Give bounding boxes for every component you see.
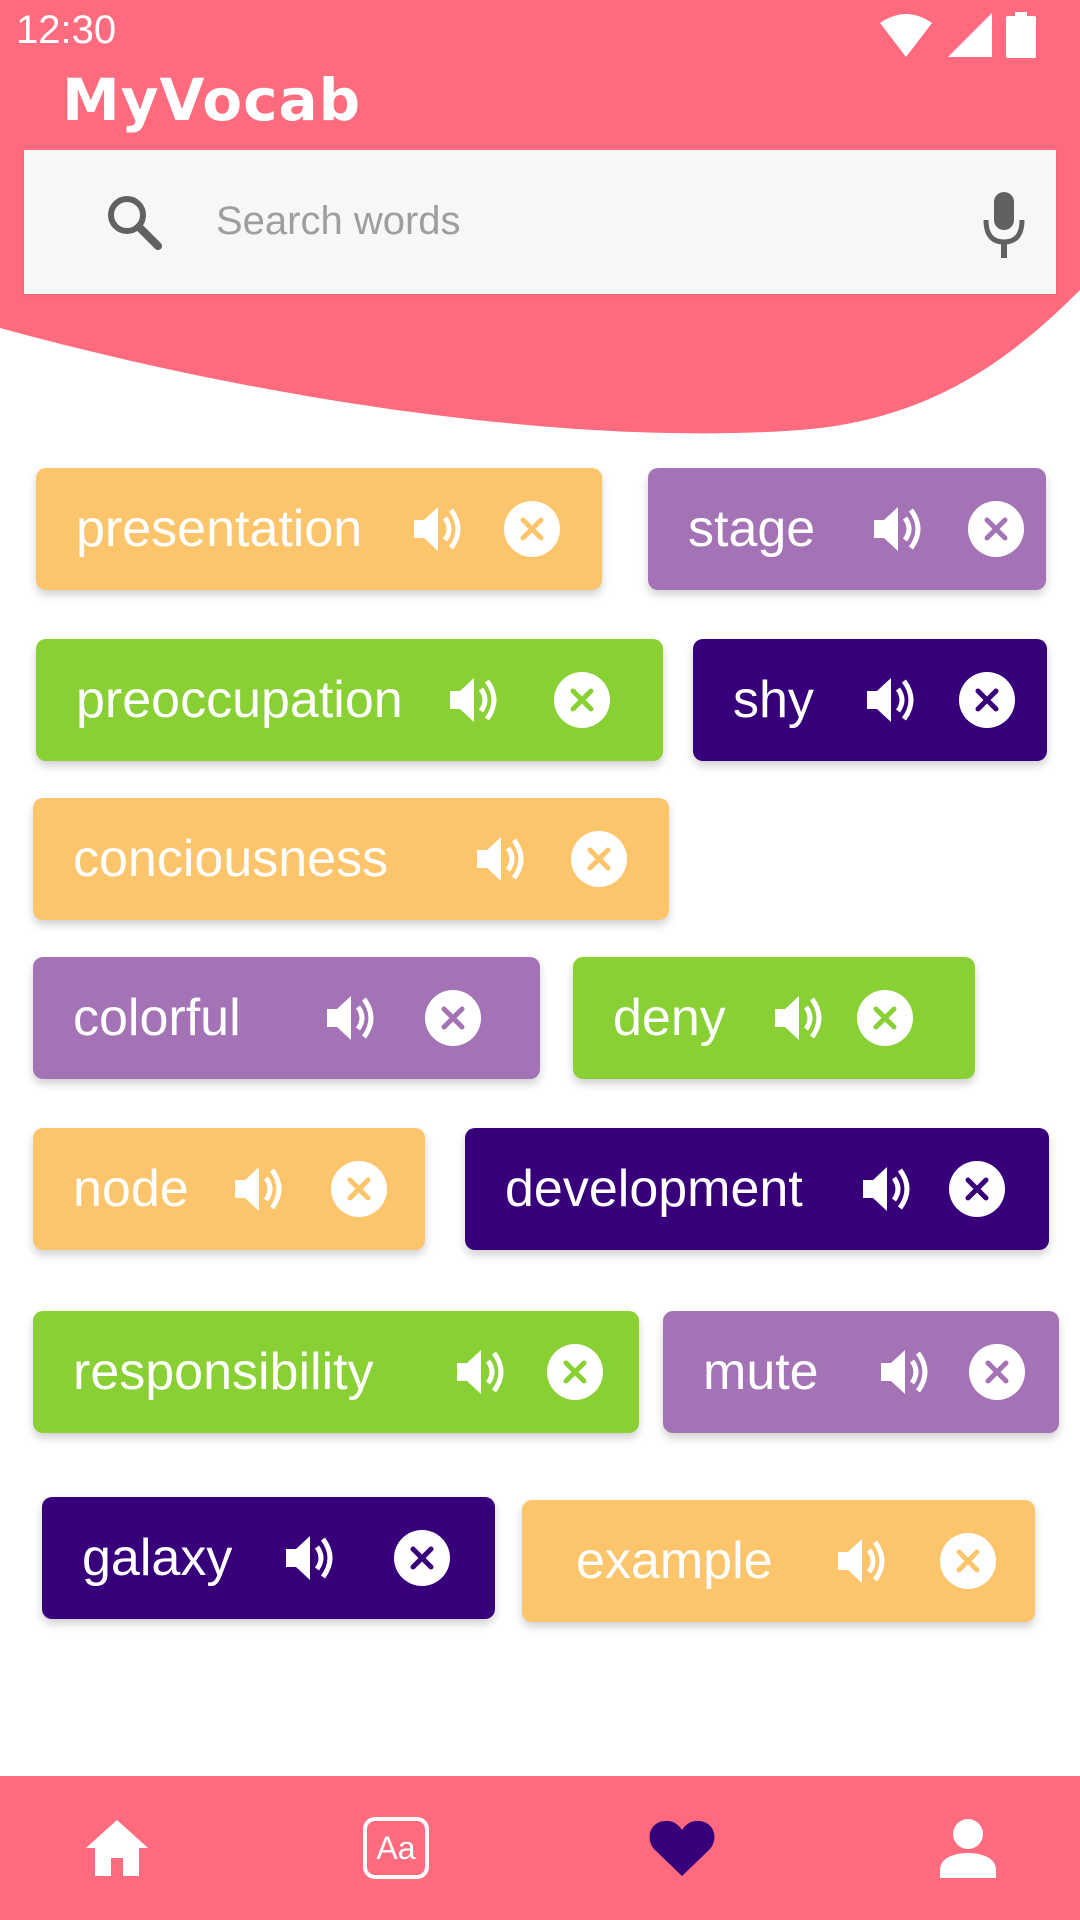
remove-word-button[interactable] xyxy=(554,672,610,728)
word-label: presentation xyxy=(76,500,363,558)
signal-icon xyxy=(948,13,992,57)
speaker-icon[interactable] xyxy=(771,990,827,1046)
word-chip[interactable]: deny xyxy=(573,957,975,1079)
speaker-icon[interactable] xyxy=(863,672,919,728)
speaker-icon[interactable] xyxy=(877,1344,933,1400)
word-chip[interactable]: colorful xyxy=(33,957,540,1079)
home-icon xyxy=(86,1820,148,1876)
speaker-icon[interactable] xyxy=(323,990,379,1046)
speaker-icon[interactable] xyxy=(231,1161,287,1217)
speaker-icon[interactable] xyxy=(859,1161,915,1217)
bottom-navigation: Aa xyxy=(0,1776,1080,1920)
remove-word-button[interactable] xyxy=(940,1533,996,1589)
word-label: mute xyxy=(703,1343,819,1401)
search-icon[interactable] xyxy=(104,192,164,252)
word-chip[interactable]: conciousness xyxy=(33,798,669,920)
word-chip[interactable]: node xyxy=(33,1128,425,1250)
word-label: stage xyxy=(688,500,816,558)
heart-icon xyxy=(649,1820,715,1876)
search-bar xyxy=(24,150,1056,294)
remove-word-button[interactable] xyxy=(571,831,627,887)
remove-word-button[interactable] xyxy=(394,1530,450,1586)
word-chip[interactable]: presentation xyxy=(36,468,602,590)
remove-word-button[interactable] xyxy=(331,1161,387,1217)
nav-favorites[interactable] xyxy=(646,1812,718,1884)
remove-word-button[interactable] xyxy=(959,672,1015,728)
word-label: galaxy xyxy=(82,1529,233,1587)
word-chip[interactable]: example xyxy=(522,1500,1035,1622)
speaker-icon[interactable] xyxy=(282,1530,338,1586)
word-label: responsibility xyxy=(73,1343,374,1401)
word-label: shy xyxy=(733,671,814,729)
remove-word-button[interactable] xyxy=(504,501,560,557)
remove-word-button[interactable] xyxy=(857,990,913,1046)
search-input[interactable] xyxy=(214,190,918,252)
word-chip[interactable]: galaxy xyxy=(42,1497,495,1619)
remove-word-button[interactable] xyxy=(968,501,1024,557)
remove-word-button[interactable] xyxy=(949,1161,1005,1217)
nav-home[interactable] xyxy=(81,1812,153,1884)
word-chip[interactable]: preoccupation xyxy=(36,639,663,761)
word-label: node xyxy=(73,1160,189,1218)
battery-icon xyxy=(1006,12,1036,58)
word-chip[interactable]: stage xyxy=(648,468,1046,590)
speaker-icon[interactable] xyxy=(453,1344,509,1400)
word-label: colorful xyxy=(73,989,241,1047)
speaker-icon[interactable] xyxy=(473,831,529,887)
word-chip[interactable]: responsibility xyxy=(33,1311,639,1433)
word-label: preoccupation xyxy=(76,671,403,729)
word-chip[interactable]: development xyxy=(465,1128,1049,1250)
speaker-icon[interactable] xyxy=(446,672,502,728)
word-label: example xyxy=(576,1532,773,1590)
speaker-icon[interactable] xyxy=(410,501,466,557)
remove-word-button[interactable] xyxy=(969,1344,1025,1400)
remove-word-button[interactable] xyxy=(547,1344,603,1400)
remove-word-button[interactable] xyxy=(425,990,481,1046)
dictionary-icon: Aa xyxy=(363,1817,429,1879)
wifi-icon xyxy=(880,14,932,57)
word-label: development xyxy=(505,1160,803,1218)
word-chip[interactable]: mute xyxy=(663,1311,1059,1433)
word-chip[interactable]: shy xyxy=(693,639,1047,761)
nav-dictionary[interactable]: Aa xyxy=(360,1812,432,1884)
word-label: deny xyxy=(613,989,726,1047)
microphone-icon[interactable] xyxy=(982,192,1026,258)
nav-profile[interactable] xyxy=(932,1812,1004,1884)
status-icons xyxy=(878,12,1036,58)
speaker-icon[interactable] xyxy=(870,501,926,557)
status-time: 12:30 xyxy=(16,8,117,52)
profile-icon xyxy=(940,1819,996,1878)
word-label: conciousness xyxy=(73,830,389,888)
app-title: MyVocab xyxy=(62,66,362,134)
speaker-icon[interactable] xyxy=(834,1533,890,1589)
